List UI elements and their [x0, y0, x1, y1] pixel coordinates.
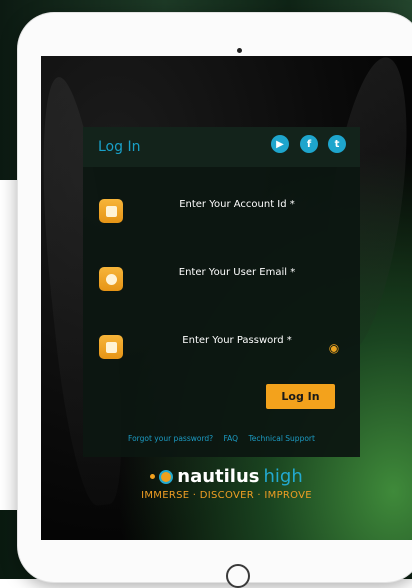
login-title: Log In [98, 139, 141, 155]
twitter-icon[interactable]: t [328, 135, 346, 153]
brand-block: nautilus high IMMERSE · DISCOVER · IMPROV… [41, 466, 412, 501]
technical-support-link[interactable]: Technical Support [248, 434, 314, 443]
password-field[interactable]: Enter Your Password * [127, 335, 347, 346]
tablet-screen: Log In ▶ f t Enter Your Account Id * Ent… [41, 56, 412, 540]
brand-tagline: IMMERSE · DISCOVER · IMPROVE [141, 490, 312, 501]
logo-mark-icon [159, 469, 174, 484]
eye-off-icon[interactable]: ◉ [326, 341, 342, 355]
forgot-password-link[interactable]: Forgot your password? [128, 434, 213, 443]
user-email-field[interactable]: Enter Your User Email * [127, 267, 347, 278]
keypad-icon [99, 335, 123, 359]
brand-name: nautilus [177, 466, 260, 487]
tablet-home-button [226, 564, 250, 588]
help-links: Forgot your password? FAQ Technical Supp… [83, 434, 360, 443]
brand-logo: nautilus high [41, 466, 412, 487]
youtube-icon[interactable]: ▶ [271, 135, 289, 153]
brand-name-accent: high [263, 466, 303, 487]
user-icon [99, 267, 123, 291]
login-panel-header: Log In ▶ f t [83, 127, 360, 167]
login-panel: Log In ▶ f t Enter Your Account Id * Ent… [83, 127, 360, 457]
login-button[interactable]: Log In [266, 384, 335, 409]
faq-link[interactable]: FAQ [224, 434, 239, 443]
tablet-camera [237, 48, 242, 53]
logo-dot [150, 474, 156, 479]
account-id-field[interactable]: Enter Your Account Id * [127, 199, 347, 210]
id-card-icon [99, 199, 123, 223]
facebook-icon[interactable]: f [300, 135, 318, 153]
